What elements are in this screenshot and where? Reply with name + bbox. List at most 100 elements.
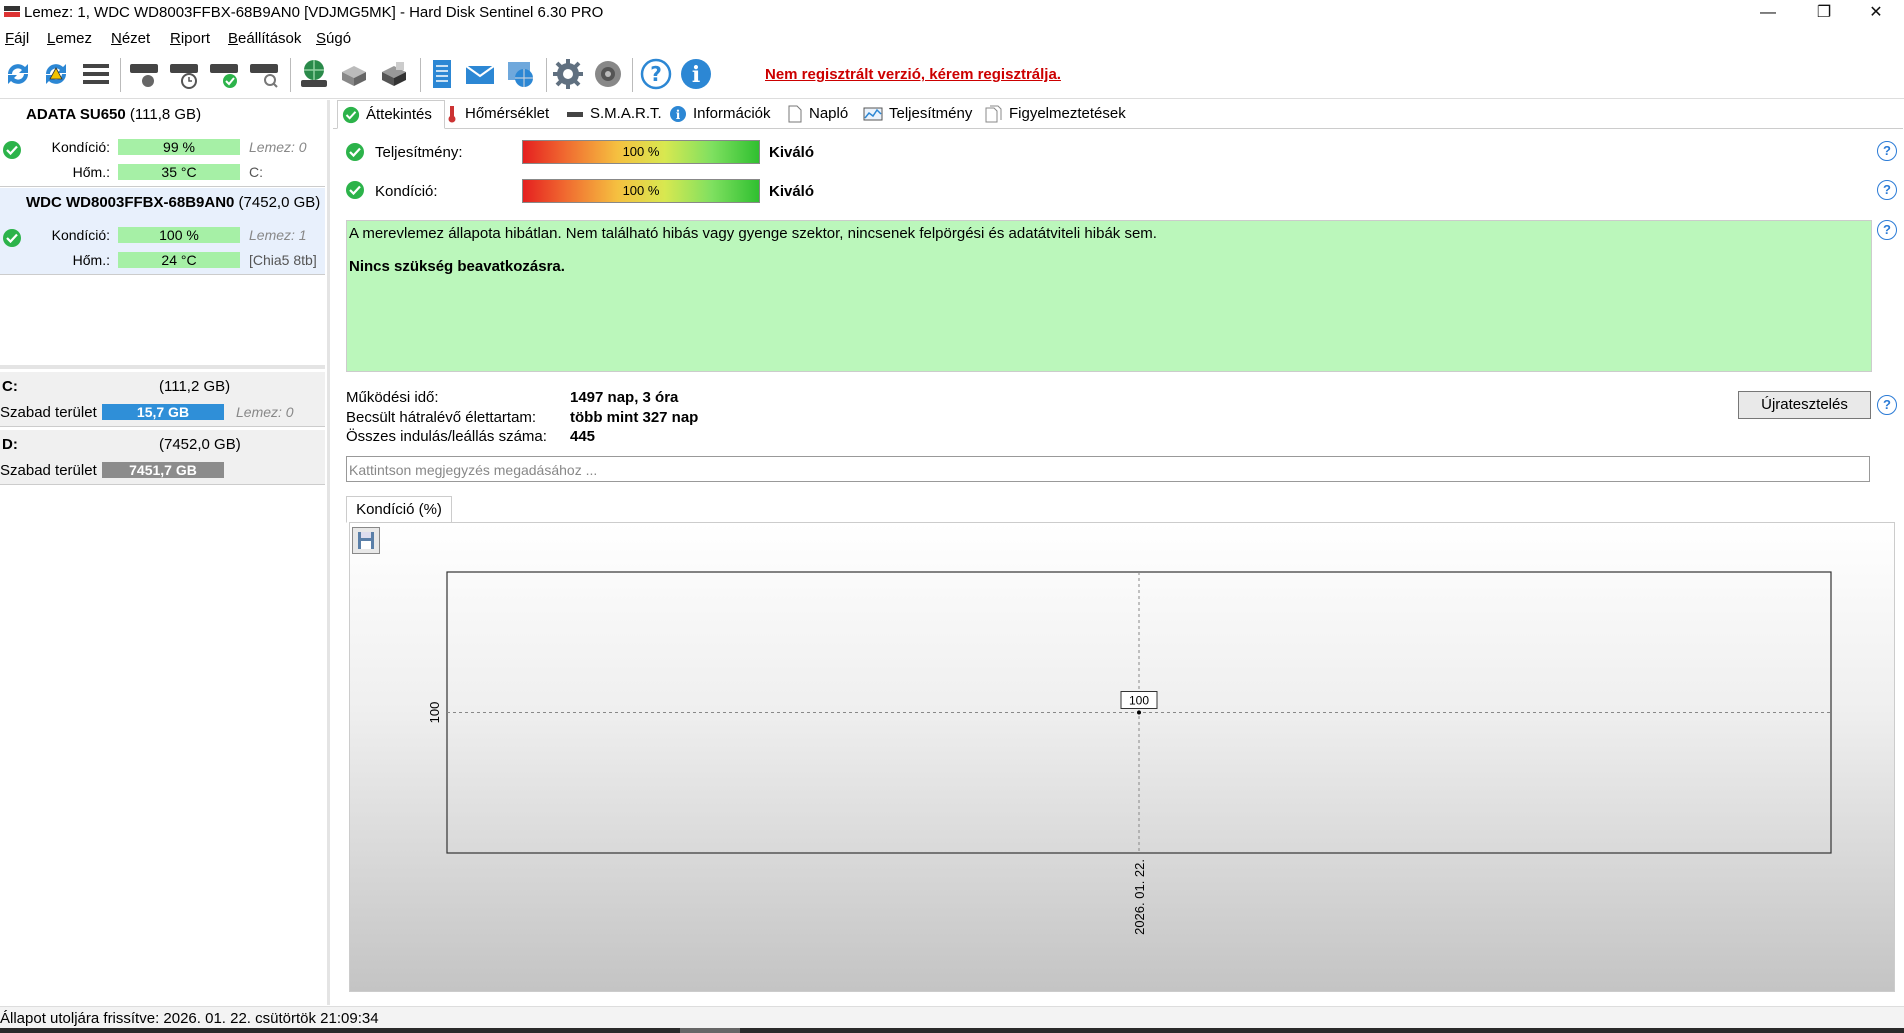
help-icon[interactable]: ? — [1877, 180, 1897, 200]
tab-information[interactable]: i Információk — [665, 100, 771, 127]
title-bar: Lemez: 1, WDC WD8003FFBX-68B9AN0 [VDJMG5… — [0, 0, 1904, 26]
data-point — [1137, 710, 1141, 715]
status-advice: Nincs szükség beavatkozásra. — [349, 258, 565, 275]
performance-gauge: 100 % — [522, 140, 760, 164]
help-icon[interactable]: ? — [1877, 220, 1897, 240]
disk-clock-icon[interactable] — [166, 56, 202, 92]
svg-text:i: i — [676, 108, 681, 122]
start-stop-value: 445 — [570, 428, 596, 445]
temperature-label: Hőm.: — [72, 252, 110, 268]
temperature-bar: 35 °C — [118, 164, 240, 180]
ok-check-icon — [346, 181, 364, 199]
disk-list-panel: ADATA SU650 (111,8 GB) Kondíció: 99 % Le… — [0, 100, 330, 1005]
status-bar: Állapot utoljára frissítve: 2026. 01. 22… — [0, 1006, 1904, 1029]
disk-name: WDC WD8003FFBX-68B9AN0 (7452,0 GB) — [26, 194, 321, 211]
tab-overview[interactable]: Áttekintés — [337, 100, 445, 129]
tab-temperature[interactable]: Hőmérséklet — [441, 100, 549, 127]
tab-performance[interactable]: Teljesítmény — [859, 100, 972, 127]
close-button[interactable]: ✕ — [1848, 0, 1904, 26]
maximize-button[interactable]: ❐ — [1796, 0, 1852, 26]
tab-smart[interactable]: S.M.A.R.T. — [562, 100, 662, 127]
disk-name: ADATA SU650 (111,8 GB) — [26, 106, 202, 123]
svg-text:?: ? — [650, 62, 662, 86]
register-link[interactable]: Nem regisztrált verzió, kérem regisztrál… — [765, 66, 1061, 83]
performance-chart-icon — [863, 107, 883, 121]
lifetime-label: Becsült hátralévő élettartam: — [346, 409, 537, 426]
disk-export-icon[interactable] — [376, 56, 412, 92]
disk-icon — [567, 112, 583, 118]
disk-item-wdc[interactable]: WDC WD8003FFBX-68B9AN0 (7452,0 GB) Kondí… — [0, 188, 325, 275]
ok-check-icon — [346, 143, 364, 161]
network-disk-icon[interactable] — [296, 56, 332, 92]
report-icon[interactable] — [424, 56, 460, 92]
disk-volume: C: — [249, 164, 263, 180]
taskbar-edge — [0, 1028, 1904, 1033]
retest-button[interactable]: Újratesztelés — [1738, 391, 1871, 419]
performance-rating: Kiváló — [769, 144, 815, 161]
condition-chart: 100 2026. 01. 22. 100 — [427, 571, 1832, 935]
window-title: Lemez: 1, WDC WD8003FFBX-68B9AN0 [VDJMG5… — [24, 4, 604, 21]
disk-check-icon[interactable] — [206, 56, 242, 92]
disk-item-adata[interactable]: ADATA SU650 (111,8 GB) Kondíció: 99 % Le… — [0, 100, 325, 187]
lifetime-value: több mint 327 nap — [570, 409, 699, 426]
power-on-value: 1497 nap, 3 óra — [570, 389, 679, 406]
temperature-label: Hőm.: — [72, 164, 110, 180]
condition-gauge: 100 % — [522, 179, 760, 203]
app-icon — [4, 6, 20, 17]
disk-list-icon[interactable] — [78, 56, 114, 92]
x-tick-label: 2026. 01. 22. — [1132, 859, 1147, 935]
disk-surface-icon[interactable] — [126, 56, 162, 92]
disk-volume: [Chia5 8tb] — [249, 252, 317, 268]
temperature-bar: 24 °C — [118, 252, 240, 268]
condition-label: Kondíció: — [51, 227, 110, 243]
tab-alerts[interactable]: Figyelmeztetések — [981, 100, 1126, 127]
refresh-icon[interactable] — [0, 56, 36, 92]
refresh-warning-icon[interactable] — [38, 56, 74, 92]
info-icon: i — [670, 106, 686, 123]
settings-icon[interactable] — [550, 56, 586, 92]
help-icon[interactable]: ? — [638, 56, 674, 92]
volume-item-d[interactable]: D: (7452,0 GB) Szabad terület 7451,7 GB — [0, 430, 325, 485]
sound-icon[interactable] — [590, 56, 626, 92]
condition-label: Kondíció: — [375, 183, 438, 200]
disk-search-icon[interactable] — [246, 56, 282, 92]
menu-disk[interactable]: Lemez — [47, 30, 92, 47]
menu-view[interactable]: Nézet — [111, 30, 150, 47]
performance-label: Teljesítmény: — [375, 144, 463, 161]
menu-help[interactable]: Súgó — [316, 30, 351, 47]
chart-tab-condition[interactable]: Kondíció (%) — [346, 496, 452, 523]
condition-rating: Kiváló — [769, 183, 815, 200]
help-icon[interactable]: ? — [1877, 395, 1897, 415]
tab-log[interactable]: Napló — [783, 100, 848, 127]
status-description-box: A merevlemez állapota hibátlan. Nem talá… — [346, 220, 1872, 372]
power-on-label: Működési idő: — [346, 389, 439, 406]
menu-settings[interactable]: Beállítások — [228, 30, 301, 47]
alerts-document-icon — [985, 105, 1002, 123]
start-stop-label: Összes indulás/leállás száma: — [346, 428, 547, 445]
web-report-icon[interactable] — [502, 56, 538, 92]
comment-input[interactable]: Kattintson megjegyzés megadásához ... — [346, 456, 1870, 482]
email-icon[interactable] — [462, 56, 498, 92]
condition-bar: 99 % — [118, 139, 240, 155]
volume-item-c[interactable]: C: (111,2 GB) Szabad terület 15,7 GB Lem… — [0, 372, 325, 427]
condition-label: Kondíció: — [51, 139, 110, 155]
ok-check-icon — [342, 106, 360, 124]
document-icon — [788, 105, 802, 123]
condition-bar: 100 % — [118, 227, 240, 243]
help-icon[interactable]: ? — [1877, 141, 1897, 161]
y-tick-label: 100 — [427, 702, 442, 724]
tab-bar: Áttekintés Hőmérséklet S.M.A.R.T. i Infor… — [333, 100, 1903, 129]
ok-check-icon — [3, 229, 21, 247]
info-icon[interactable]: i — [678, 56, 714, 92]
data-label: 100 — [1129, 694, 1149, 708]
disk-index: Lemez: 0 — [249, 139, 307, 155]
menu-file[interactable]: Fájl — [5, 30, 29, 47]
menu-report[interactable]: Riport — [170, 30, 210, 47]
toolbar: ? i Nem regisztrált verzió, kérem regisz… — [0, 52, 1904, 99]
minimize-button[interactable]: — — [1740, 0, 1796, 26]
printer-icon[interactable] — [336, 56, 372, 92]
status-text: A merevlemez állapota hibátlan. Nem talá… — [349, 225, 1157, 242]
thermometer-icon — [448, 106, 456, 123]
ok-check-icon — [3, 141, 21, 159]
free-space-bar: 15,7 GB — [102, 404, 224, 420]
